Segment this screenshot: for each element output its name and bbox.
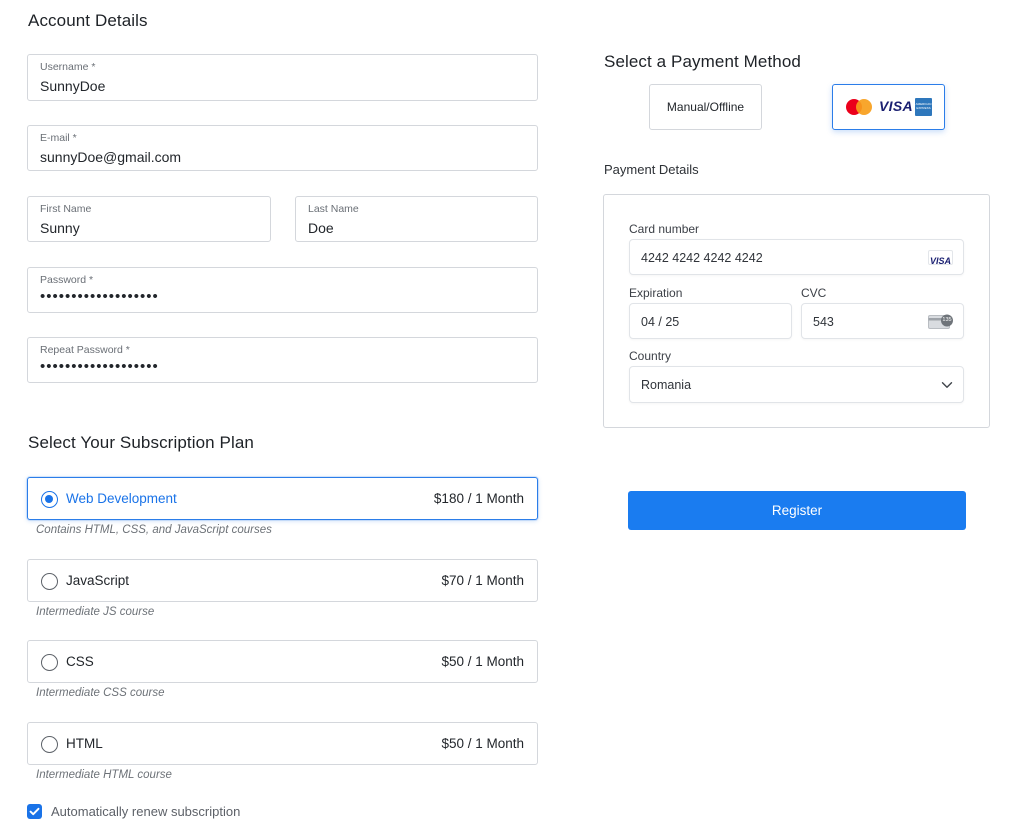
plan-description: Contains HTML, CSS, and JavaScript cours… — [36, 524, 272, 536]
card-payment-button[interactable]: VISA AMERICAN EXPRESS — [832, 84, 945, 130]
cvc-card-icon: 135 — [928, 314, 953, 329]
country-label: Country — [629, 349, 672, 363]
card-number-label: Card number — [629, 222, 700, 236]
plan-description: Intermediate HTML course — [36, 769, 172, 781]
radio-button[interactable] — [41, 654, 58, 671]
radio-button[interactable] — [41, 736, 58, 753]
plan-name: Web Development — [66, 491, 177, 506]
plan-option-javascript[interactable]: JavaScript $70 / 1 Month — [27, 559, 538, 602]
username-field[interactable]: Username * SunnyDoe — [27, 54, 538, 101]
auto-renew-checkbox[interactable] — [27, 804, 42, 819]
amex-logo-text: AMERICAN EXPRESS — [915, 102, 932, 110]
plan-price: $50 / 1 Month — [441, 654, 524, 669]
payment-method-title: Select a Payment Method — [604, 52, 801, 71]
auto-renew-label: Automatically renew subscription — [51, 804, 241, 819]
cvc-icon-digits: 135 — [942, 317, 952, 323]
amex-icon: AMERICAN EXPRESS — [915, 98, 932, 116]
payment-details-title: Payment Details — [604, 162, 699, 177]
expiration-input[interactable]: 04 / 25 — [629, 303, 792, 339]
username-value: SunnyDoe — [40, 78, 106, 94]
visa-card-brand: VISA — [929, 256, 951, 266]
plan-option-css[interactable]: CSS $50 / 1 Month — [27, 640, 538, 683]
card-number-input[interactable]: 4242 4242 4242 4242 VISA — [629, 239, 964, 275]
radio-button-selected[interactable] — [41, 491, 58, 508]
card-number-value: 4242 4242 4242 4242 — [641, 251, 763, 265]
mastercard-icon — [846, 99, 872, 115]
password-field[interactable]: Password * ••••••••••••••••••• — [27, 267, 538, 313]
account-details-title: Account Details — [28, 11, 148, 30]
last-name-label: Last Name — [308, 203, 359, 215]
plan-price: $180 / 1 Month — [433, 491, 524, 506]
plan-name: CSS — [66, 654, 94, 669]
manual-offline-label: Manual/Offline — [666, 100, 745, 114]
email-field[interactable]: E-mail * sunnyDoe@gmail.com — [27, 125, 538, 171]
checkmark-icon — [29, 807, 40, 816]
expiration-label: Expiration — [629, 286, 683, 300]
password-value: ••••••••••••••••••• — [40, 288, 159, 305]
cvc-input[interactable]: 543 135 — [801, 303, 964, 339]
repeat-password-field[interactable]: Repeat Password * ••••••••••••••••••• — [27, 337, 538, 383]
plan-name: HTML — [66, 736, 103, 751]
plan-description: Intermediate JS course — [36, 606, 155, 618]
visa-card-icon: VISA — [928, 250, 953, 266]
email-label: E-mail * — [40, 132, 77, 144]
visa-logo: VISA — [879, 98, 913, 114]
first-name-field[interactable]: First Name Sunny — [27, 196, 271, 242]
cvc-value: 543 — [813, 315, 834, 329]
register-button[interactable]: Register — [628, 491, 966, 530]
email-value: sunnyDoe@gmail.com — [40, 149, 182, 165]
repeat-password-value: ••••••••••••••••••• — [40, 358, 159, 375]
plan-option-web-development[interactable]: Web Development $180 / 1 Month — [27, 477, 538, 520]
expiration-value: 04 / 25 — [641, 315, 680, 329]
first-name-label: First Name — [40, 203, 92, 215]
cvc-label: CVC — [801, 286, 827, 300]
last-name-field[interactable]: Last Name Doe — [295, 196, 538, 242]
country-select[interactable]: Romania — [629, 366, 964, 403]
plan-option-html[interactable]: HTML $50 / 1 Month — [27, 722, 538, 765]
subscription-title: Select Your Subscription Plan — [28, 433, 254, 452]
repeat-password-label: Repeat Password * — [40, 344, 130, 356]
plan-name: JavaScript — [66, 573, 130, 588]
radio-button[interactable] — [41, 573, 58, 590]
first-name-value: Sunny — [40, 220, 80, 236]
username-label: Username * — [40, 61, 96, 73]
password-label: Password * — [40, 274, 94, 286]
chevron-down-icon — [941, 382, 953, 388]
plan-price: $70 / 1 Month — [441, 573, 524, 588]
plan-price: $50 / 1 Month — [441, 736, 524, 751]
manual-offline-button[interactable]: Manual/Offline — [649, 84, 762, 130]
country-value: Romania — [641, 378, 692, 392]
plan-description: Intermediate CSS course — [36, 687, 165, 699]
last-name-value: Doe — [308, 220, 334, 236]
